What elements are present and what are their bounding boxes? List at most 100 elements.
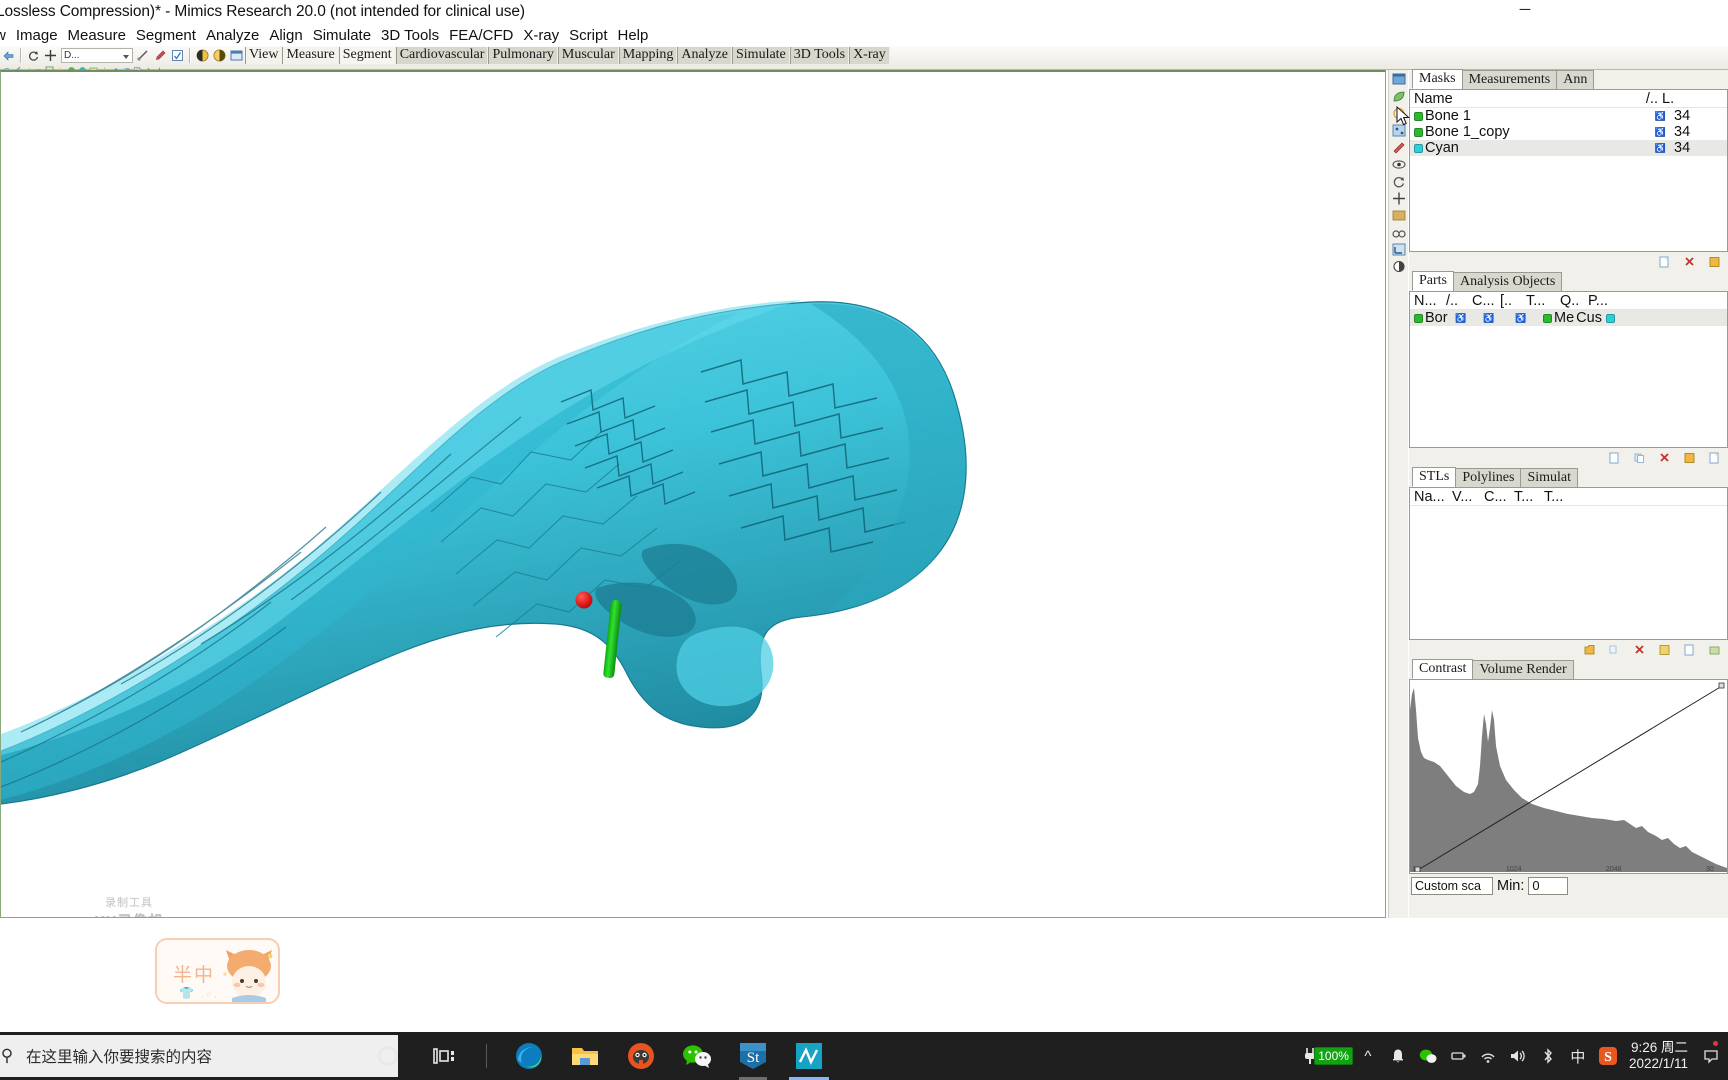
delete-stl-icon[interactable]	[1634, 644, 1645, 656]
tab-volume-render[interactable]: Volume Render	[1472, 660, 1574, 679]
menu-item-image[interactable]: Image	[11, 26, 63, 46]
ribbon-tab-view[interactable]: View	[245, 46, 283, 64]
menu-item-segment[interactable]: Segment	[131, 26, 201, 46]
task-view-button[interactable]	[416, 1032, 472, 1080]
menu-item-measure[interactable]: Measure	[63, 26, 131, 46]
duplicate-part-icon[interactable]	[1634, 452, 1645, 464]
menu-item-align[interactable]: Align	[264, 26, 307, 46]
mask-color-swatch[interactable]	[1414, 127, 1423, 137]
axes-corner-icon[interactable]	[1391, 242, 1407, 257]
battery-indicator[interactable]: 100%	[1302, 1032, 1353, 1080]
menu-item-view[interactable]: w	[0, 26, 11, 46]
table-row[interactable]: Bone 1_copy ♿ 34	[1410, 124, 1727, 140]
screen-layout-icon[interactable]	[1391, 72, 1407, 87]
stl-properties-icon[interactable]	[1659, 644, 1670, 656]
min-input[interactable]: 0	[1528, 877, 1569, 895]
menu-item-script[interactable]: Script	[564, 26, 612, 46]
mask-color-swatch[interactable]	[1414, 143, 1423, 153]
wechat-tray-button[interactable]	[1413, 1032, 1443, 1080]
part-color-swatch[interactable]	[1414, 313, 1423, 323]
leaf-clip-icon[interactable]	[1391, 89, 1407, 104]
part-type-swatch[interactable]	[1543, 313, 1552, 323]
histogram-plot[interactable]	[1410, 680, 1727, 873]
tab-masks[interactable]: Masks	[1412, 69, 1463, 89]
duplicate-stl-icon[interactable]	[1609, 644, 1620, 656]
stl-settings-icon[interactable]	[1709, 644, 1720, 656]
refresh-icon[interactable]	[26, 48, 41, 63]
ribbon-tab-analyze[interactable]: Analyze	[677, 46, 732, 64]
scale-select[interactable]: Custom sca	[1411, 877, 1493, 895]
visibility-icon[interactable]: ♿	[1546, 143, 1666, 154]
network-button[interactable]	[1473, 1032, 1503, 1080]
back-arrow-icon[interactable]	[1, 48, 16, 63]
paint-brush-icon[interactable]	[153, 48, 168, 63]
column-name[interactable]: N...	[1410, 293, 1442, 309]
3d-viewport[interactable]: 录制工具 KK录像机	[0, 70, 1386, 918]
column-ratio[interactable]: /..	[1540, 91, 1658, 107]
brightness-icon[interactable]	[212, 48, 227, 63]
column-name[interactable]: Name	[1410, 91, 1540, 107]
wechat-button[interactable]	[669, 1032, 725, 1080]
table-row[interactable]: Bor ♿ ♿ ♿ Me Cus	[1410, 310, 1727, 326]
tab-analysis-objects[interactable]: Analysis Objects	[1453, 272, 1563, 291]
view-preset-combo[interactable]: D...	[61, 47, 133, 63]
tab-contrast[interactable]: Contrast	[1412, 659, 1474, 679]
export-stl-icon[interactable]	[1684, 644, 1695, 656]
show-hidden-icons-button[interactable]: ^	[1353, 1032, 1383, 1080]
measure-ruler-icon[interactable]	[136, 48, 151, 63]
bluetooth-button[interactable]	[1533, 1032, 1563, 1080]
search-box[interactable]: ⚲ 在这里输入你要搜索的内容	[0, 1035, 398, 1077]
column-t1[interactable]: T...	[1510, 489, 1540, 505]
column-t2[interactable]: T...	[1540, 489, 1570, 505]
tab-parts[interactable]: Parts	[1412, 271, 1454, 291]
notifications-bell-button[interactable]	[1383, 1032, 1413, 1080]
masks-list[interactable]: Name /.. L. Bone 1 ♿ 34 Bone 1_copy ♿ 34	[1409, 90, 1728, 252]
cortana-button[interactable]	[360, 1032, 416, 1080]
eye-visibility-icon[interactable]	[1391, 157, 1407, 172]
menu-item-simulate[interactable]: Simulate	[308, 26, 376, 46]
column-c[interactable]: C...	[1480, 489, 1510, 505]
column-c[interactable]: C...	[1468, 293, 1496, 309]
rotate-icon[interactable]	[1391, 174, 1407, 189]
column-v[interactable]: V...	[1448, 489, 1480, 505]
edge-button[interactable]	[501, 1032, 557, 1080]
ime-language-button[interactable]: 中	[1563, 1032, 1593, 1080]
menu-item-fea-cfd[interactable]: FEA/CFD	[444, 26, 518, 46]
visibility-icon[interactable]: ♿	[1455, 313, 1477, 324]
3d-scene[interactable]: 录制工具 KK录像机	[1, 72, 1385, 917]
tab-measurements[interactable]: Measurements	[1461, 70, 1558, 89]
tab-simulations[interactable]: Simulat	[1520, 468, 1579, 487]
stata-button[interactable]: St	[725, 1032, 781, 1080]
ribbon-tab-xray[interactable]: X-ray	[849, 46, 890, 64]
gradient-icon[interactable]	[1391, 208, 1407, 223]
menu-item-3d-tools[interactable]: 3D Tools	[376, 26, 444, 46]
table-row[interactable]: Bone 1 ♿ 34	[1410, 108, 1727, 124]
minimize-button[interactable]: ─	[1514, 2, 1536, 20]
ribbon-tab-muscular[interactable]: Muscular	[557, 46, 619, 64]
new-mask-icon[interactable]	[1659, 256, 1670, 268]
action-center-button[interactable]	[1698, 1032, 1724, 1080]
browser-button[interactable]	[613, 1032, 669, 1080]
visibility-icon[interactable]: ♿	[1546, 111, 1666, 122]
import-stl-icon[interactable]	[1584, 644, 1595, 656]
tab-annotations[interactable]: Ann	[1556, 70, 1595, 89]
ribbon-tab-segment[interactable]: Segment	[338, 46, 396, 64]
ribbon-tab-cardiovascular[interactable]: Cardiovascular	[395, 46, 489, 64]
tab-stls[interactable]: STLs	[1412, 467, 1457, 487]
ribbon-tab-simulate[interactable]: Simulate	[732, 46, 790, 64]
mask-color-swatch[interactable]	[1414, 111, 1423, 121]
volume-button[interactable]	[1503, 1032, 1533, 1080]
properties-icon[interactable]	[1709, 256, 1720, 268]
move-icon[interactable]	[43, 48, 58, 63]
ribbon-tab-measure[interactable]: Measure	[282, 46, 339, 64]
checkbox-icon[interactable]	[170, 48, 185, 63]
contrast-histogram[interactable]: 1 1024 2048 30	[1409, 680, 1728, 874]
ribbon-tab-3d-tools[interactable]: 3D Tools	[789, 46, 850, 64]
cut-tool-icon[interactable]	[1391, 140, 1407, 155]
column-name[interactable]: Na...	[1410, 489, 1448, 505]
column-ratio[interactable]: /..	[1442, 293, 1468, 309]
delete-part-icon[interactable]	[1659, 452, 1670, 464]
menu-item-help[interactable]: Help	[613, 26, 654, 46]
table-row[interactable]: Cyan ♿ 34	[1410, 140, 1727, 156]
delete-mask-icon[interactable]	[1684, 256, 1695, 268]
